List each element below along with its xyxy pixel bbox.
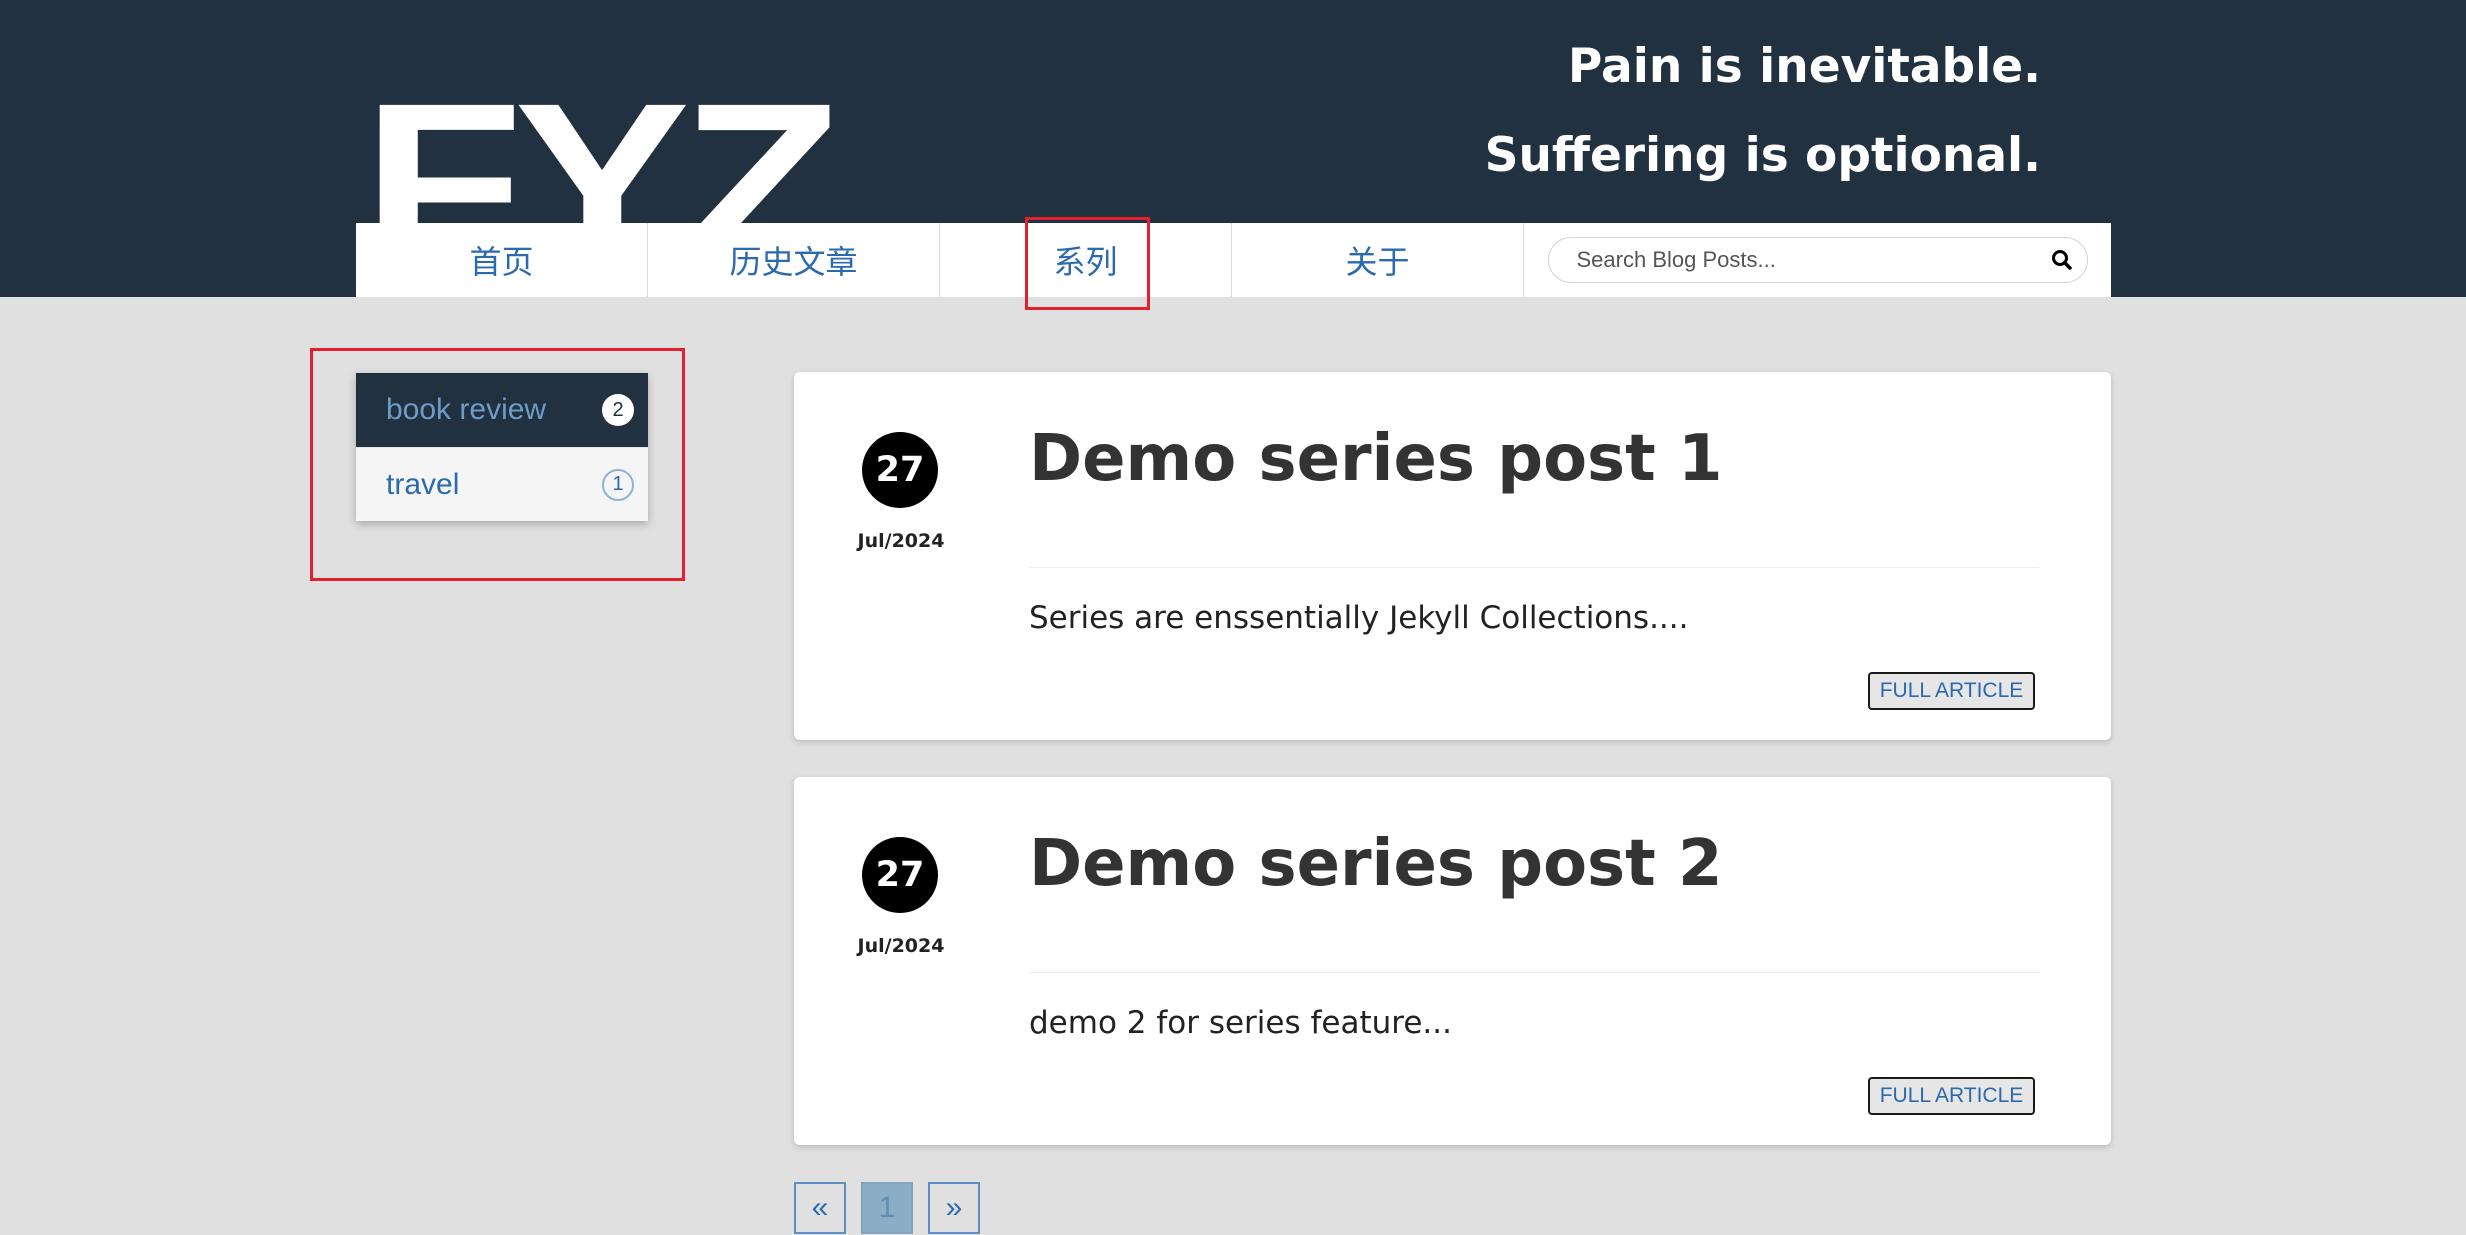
site-logo[interactable]: FYZ — [362, 70, 833, 224]
series-item-label: book review — [386, 393, 547, 426]
post-month: Jul/2024 — [857, 935, 945, 957]
motto-line-2: Suffering is optional. — [1484, 128, 2041, 183]
site-header: FYZ Pain is inevitable. Suffering is opt… — [0, 0, 2466, 310]
search-icon[interactable] — [2049, 247, 2075, 273]
post-card: 27 Jul/2024 Demo series post 1 Series ar… — [794, 372, 2111, 740]
search-box — [1547, 237, 2088, 283]
motto-line-1: Pain is inevitable. — [1567, 39, 2041, 94]
next-page-button[interactable]: » — [928, 1182, 980, 1234]
nav-item-series[interactable]: 系列 — [940, 217, 1232, 310]
series-list: book review 2 travel 1 — [356, 373, 648, 521]
series-count-badge: 1 — [602, 468, 634, 501]
series-item-travel[interactable]: travel 1 — [356, 447, 648, 521]
prev-page-button[interactable]: « — [794, 1182, 846, 1234]
pagination: « 1 » — [794, 1182, 995, 1234]
nav-item-about[interactable]: 关于 — [1232, 223, 1524, 297]
post-card: 27 Jul/2024 Demo series post 2 demo 2 fo… — [794, 777, 2111, 1145]
post-excerpt: Series are enssentially Jekyll Collectio… — [1029, 600, 1689, 636]
post-day-badge: 27 — [862, 837, 938, 913]
main-nav: 首页 历史文章 系列 关于 — [356, 217, 2111, 310]
full-article-button[interactable]: FULL ARTICLE — [1868, 672, 2035, 710]
series-item-label: travel — [386, 467, 460, 501]
post-divider — [1029, 567, 2039, 568]
post-title[interactable]: Demo series post 2 — [1029, 827, 1723, 901]
series-count-badge: 2 — [602, 394, 634, 426]
search-container — [1524, 223, 2111, 297]
nav-item-home[interactable]: 首页 — [356, 223, 648, 297]
series-item-book-review[interactable]: book review 2 — [356, 373, 648, 447]
post-excerpt: demo 2 for series feature... — [1029, 1005, 1452, 1041]
post-divider — [1029, 972, 2039, 973]
post-title[interactable]: Demo series post 1 — [1029, 422, 1723, 496]
full-article-button[interactable]: FULL ARTICLE — [1868, 1077, 2035, 1115]
nav-item-archive[interactable]: 历史文章 — [648, 223, 940, 297]
post-month: Jul/2024 — [857, 530, 945, 552]
post-day-badge: 27 — [862, 432, 938, 508]
current-page-button[interactable]: 1 — [861, 1182, 913, 1234]
search-input[interactable] — [1576, 247, 2049, 273]
